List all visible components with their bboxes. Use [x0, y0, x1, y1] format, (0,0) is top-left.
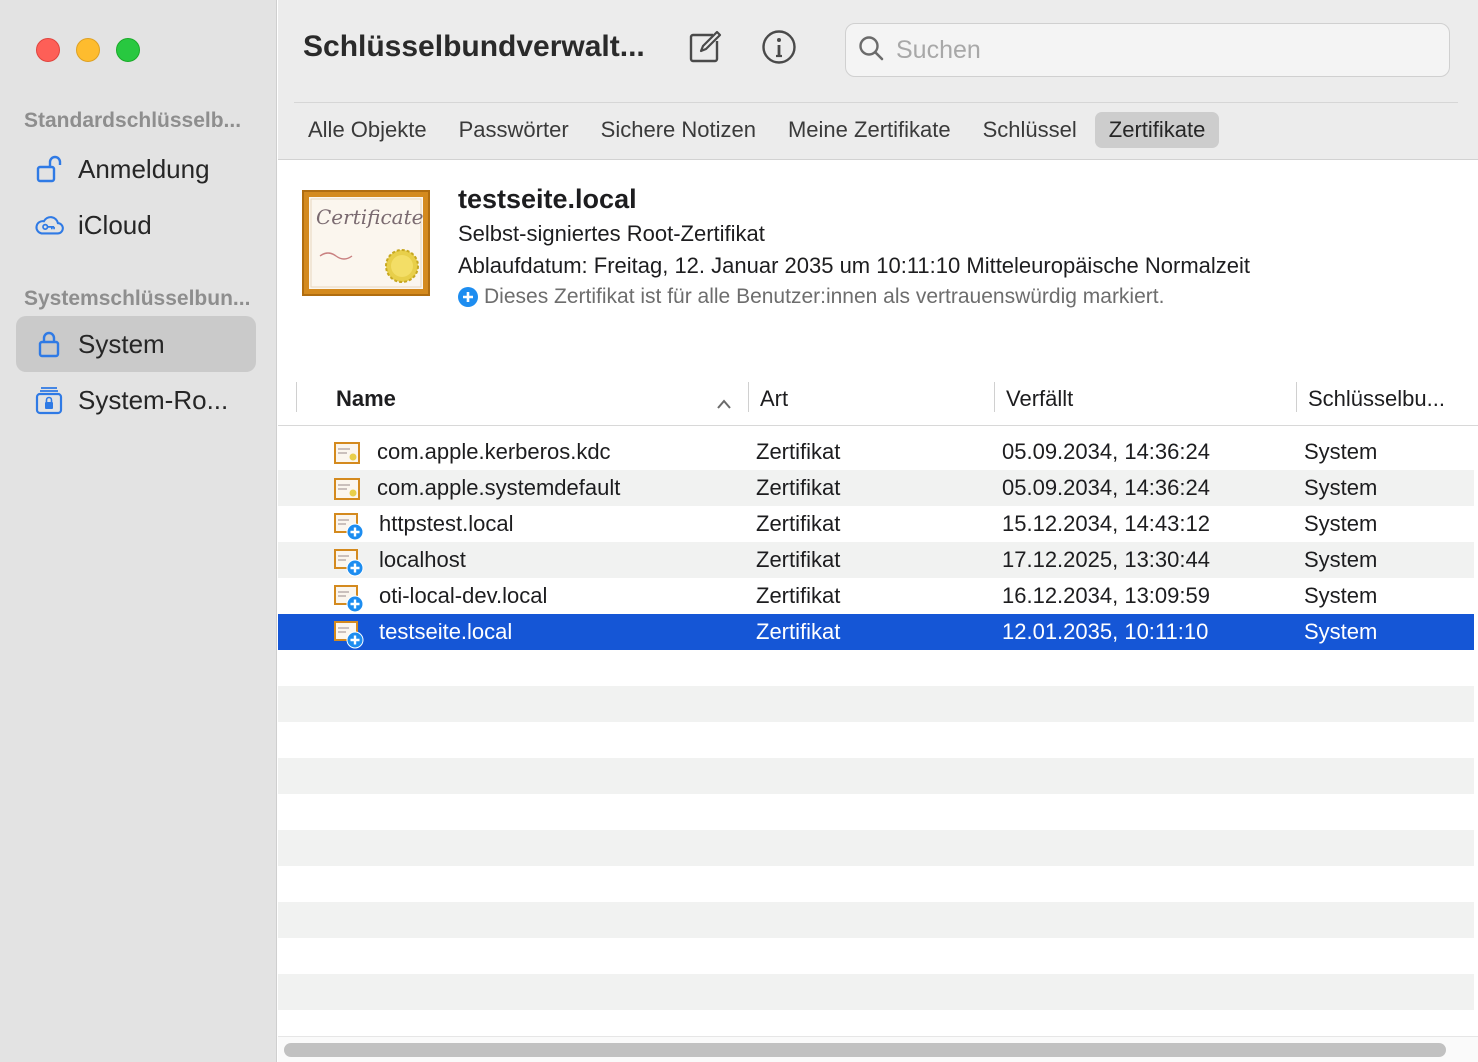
column-separator: [296, 382, 297, 412]
cell-schluesselbund: System: [1304, 475, 1378, 500]
category-tabs: Alle Objekte Passwörter Sichere Notizen …: [294, 112, 1220, 148]
certificate-icon: [333, 440, 363, 468]
sidebar-item-system[interactable]: System: [16, 316, 256, 372]
table-empty-area: [278, 650, 1474, 1010]
column-separator: [994, 382, 995, 412]
compose-icon: [687, 29, 723, 70]
certificate-table: com.apple.kerberos.kdc Zertifikat 05.09.…: [278, 434, 1474, 650]
certificate-icon: [333, 476, 363, 504]
trusted-certificate-icon: [333, 512, 364, 541]
sidebar-item-icloud[interactable]: iCloud: [16, 197, 256, 253]
cell-art: Zertifikat: [756, 511, 841, 536]
cell-art: Zertifikat: [756, 547, 841, 572]
cell-verfaellt: 05.09.2034, 14:36:24: [1002, 475, 1210, 500]
toolbar-divider: [294, 102, 1458, 103]
sidebar-item-label: iCloud: [78, 209, 152, 240]
tab-sichere-notizen[interactable]: Sichere Notizen: [587, 112, 770, 148]
table-row[interactable]: httpstest.local Zertifikat 15.12.2034, 1…: [278, 506, 1474, 542]
close-window-button[interactable]: [36, 38, 60, 62]
search-icon: [858, 35, 884, 66]
toolbar: Schlüsselbundverwalt... Alle Objekte Pas…: [278, 0, 1478, 160]
sort-ascending-icon: [716, 390, 732, 416]
sidebar-section-default-keychains: Standardschlüsselb...: [24, 109, 242, 132]
sidebar: Standardschlüsselb... Anmeldung iCloud S…: [0, 0, 277, 1062]
cell-name: com.apple.kerberos.kdc: [377, 439, 611, 464]
zoom-window-button[interactable]: [116, 38, 140, 62]
tab-alle-objekte[interactable]: Alle Objekte: [294, 112, 441, 148]
tab-zertifikate[interactable]: Zertifikate: [1094, 112, 1220, 148]
cell-verfaellt: 17.12.2025, 13:30:44: [1002, 547, 1210, 572]
detail-trust-note: Dieses Zertifikat ist für alle Benutzer:…: [458, 285, 1164, 309]
certificate-large-icon: Certificate Root: [302, 190, 478, 296]
certificate-detail: Certificate Root testseite.local Selbst-…: [278, 161, 1478, 381]
column-header-name[interactable]: Name: [336, 372, 736, 426]
cell-schluesselbund: System: [1304, 583, 1378, 608]
cell-schluesselbund: System: [1304, 547, 1378, 572]
search-input[interactable]: [896, 35, 1416, 65]
cell-art: Zertifikat: [756, 475, 841, 500]
sidebar-item-system-roots[interactable]: System-Ro...: [16, 372, 256, 428]
detail-subtitle: Selbst-signiertes Root-Zertifikat: [458, 221, 765, 246]
unlocked-padlock-icon: [34, 154, 64, 184]
trusted-certificate-icon: [333, 584, 364, 613]
cell-schluesselbund: System: [1304, 511, 1378, 536]
cell-schluesselbund: System: [1304, 439, 1378, 464]
cell-name: httpstest.local: [379, 511, 514, 536]
window-controls: [36, 38, 140, 62]
column-header-label: Name: [336, 386, 396, 411]
icloud-key-icon: [34, 210, 64, 240]
sidebar-item-label: System-Ro...: [78, 384, 229, 415]
cell-name: oti-local-dev.local: [379, 583, 548, 608]
sidebar-section-system-keychains: Systemschlüsselbun...: [24, 287, 251, 310]
cell-verfaellt: 05.09.2034, 14:36:24: [1002, 439, 1210, 464]
detail-expiry: Ablaufdatum: Freitag, 12. Januar 2035 um…: [458, 253, 1251, 278]
minimize-window-button[interactable]: [76, 38, 100, 62]
sidebar-item-anmeldung[interactable]: Anmeldung: [16, 141, 256, 197]
cell-verfaellt: 15.12.2034, 14:43:12: [1002, 511, 1210, 536]
cell-art: Zertifikat: [756, 619, 841, 644]
cell-verfaellt: 12.01.2035, 10:11:10: [1002, 619, 1209, 644]
window-title: Schlüsselbundverwalt...: [303, 30, 645, 63]
new-item-button[interactable]: [684, 28, 726, 70]
sidebar-item-label: System: [78, 328, 165, 359]
cell-name: com.apple.systemdefault: [377, 475, 621, 500]
table-row[interactable]: com.apple.systemdefault Zertifikat 05.09…: [278, 470, 1474, 506]
table-header: Name Art Verfällt Schlüsselbu...: [278, 372, 1478, 426]
cell-name: testseite.local: [379, 619, 513, 644]
column-separator: [1296, 382, 1297, 412]
info-button[interactable]: [758, 28, 800, 70]
trust-text: Dieses Zertifikat ist für alle Benutzer:…: [484, 285, 1165, 308]
cell-schluesselbund: System: [1304, 619, 1378, 644]
detail-title: testseite.local: [458, 184, 637, 214]
info-icon: [761, 29, 797, 70]
table-row[interactable]: localhost Zertifikat 17.12.2025, 13:30:4…: [278, 542, 1474, 578]
table-row-selected[interactable]: testseite.local Zertifikat 12.01.2035, 1…: [278, 614, 1474, 650]
trusted-certificate-icon: [333, 548, 364, 577]
tab-passwoerter[interactable]: Passwörter: [445, 112, 583, 148]
trusted-certificate-icon: [333, 620, 364, 649]
cell-art: Zertifikat: [756, 583, 841, 608]
tab-schluessel[interactable]: Schlüssel: [969, 112, 1091, 148]
cell-verfaellt: 16.12.2034, 13:09:59: [1002, 583, 1210, 608]
cell-name: localhost: [379, 547, 466, 572]
trust-plus-icon: [458, 287, 478, 307]
horizontal-scrollbar-thumb[interactable]: [284, 1043, 1446, 1057]
table-row[interactable]: oti-local-dev.local Zertifikat 16.12.203…: [278, 578, 1474, 614]
padlock-icon: [34, 329, 64, 359]
column-header-verfaellt[interactable]: Verfällt: [1006, 372, 1073, 426]
column-separator: [748, 382, 749, 412]
table-row[interactable]: com.apple.kerberos.kdc Zertifikat 05.09.…: [278, 434, 1474, 470]
sidebar-item-label: Anmeldung: [78, 153, 210, 184]
root-keychain-icon: [34, 385, 64, 415]
column-header-schluesselbund[interactable]: Schlüsselbu...: [1308, 372, 1445, 426]
cell-art: Zertifikat: [756, 439, 841, 464]
svg-text:Certificate Root: Certificate Root: [316, 205, 430, 229]
column-header-art[interactable]: Art: [760, 372, 788, 426]
tab-meine-zertifikate[interactable]: Meine Zertifikate: [774, 112, 965, 148]
search-field[interactable]: [845, 23, 1450, 77]
